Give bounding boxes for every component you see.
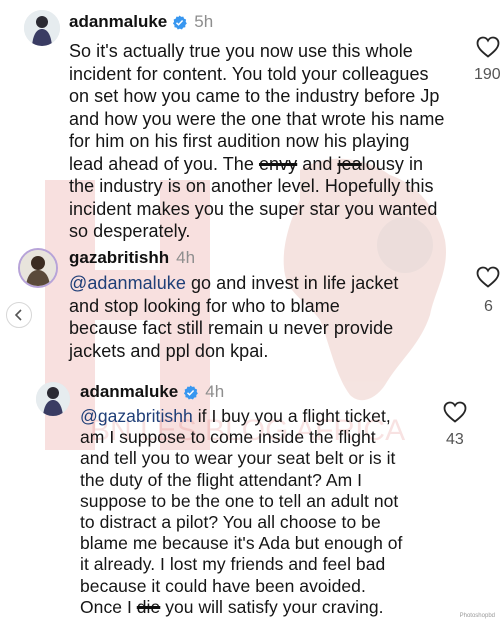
comment-header: adanmaluke 5h	[69, 12, 213, 32]
like-count: 43	[446, 431, 464, 448]
mention-link[interactable]: @gazabritishh	[80, 406, 193, 426]
avatar[interactable]	[18, 248, 58, 288]
strikethrough-word: envy	[258, 153, 298, 174]
footer-stamp: Photoshopbd	[459, 613, 495, 619]
like-count: 190	[474, 66, 500, 83]
like-count: 6	[484, 298, 493, 315]
timestamp: 4h	[205, 382, 225, 401]
strikethrough-word: jea	[337, 153, 362, 174]
comment-text: @adanmaluke go and invest in life jacket…	[69, 273, 399, 361]
verified-badge-icon	[173, 14, 188, 29]
heart-icon[interactable]	[476, 36, 500, 58]
timestamp: 5h	[194, 12, 214, 31]
chevron-left-icon	[14, 309, 22, 321]
comment-header: adanmaluke 4h	[80, 382, 224, 402]
avatar[interactable]	[36, 382, 70, 416]
mention-link[interactable]: @adanmaluke	[69, 273, 186, 293]
username[interactable]: adanmaluke	[69, 12, 167, 32]
comment-text: @gazabritishh if I buy you a flight tick…	[80, 406, 403, 617]
timestamp: 4h	[176, 248, 196, 267]
strikethrough-word: die	[136, 596, 161, 617]
username[interactable]: gazabritishh	[69, 248, 169, 268]
previous-arrow-button[interactable]	[6, 302, 32, 328]
comment-text: So it's actually true you now use this w…	[69, 41, 445, 241]
heart-icon[interactable]	[476, 266, 500, 288]
verified-badge-icon	[184, 384, 199, 399]
comment-header: gazabritishh 4h	[69, 248, 195, 268]
avatar[interactable]	[24, 10, 60, 46]
heart-icon[interactable]	[443, 401, 467, 423]
username[interactable]: adanmaluke	[80, 382, 178, 402]
